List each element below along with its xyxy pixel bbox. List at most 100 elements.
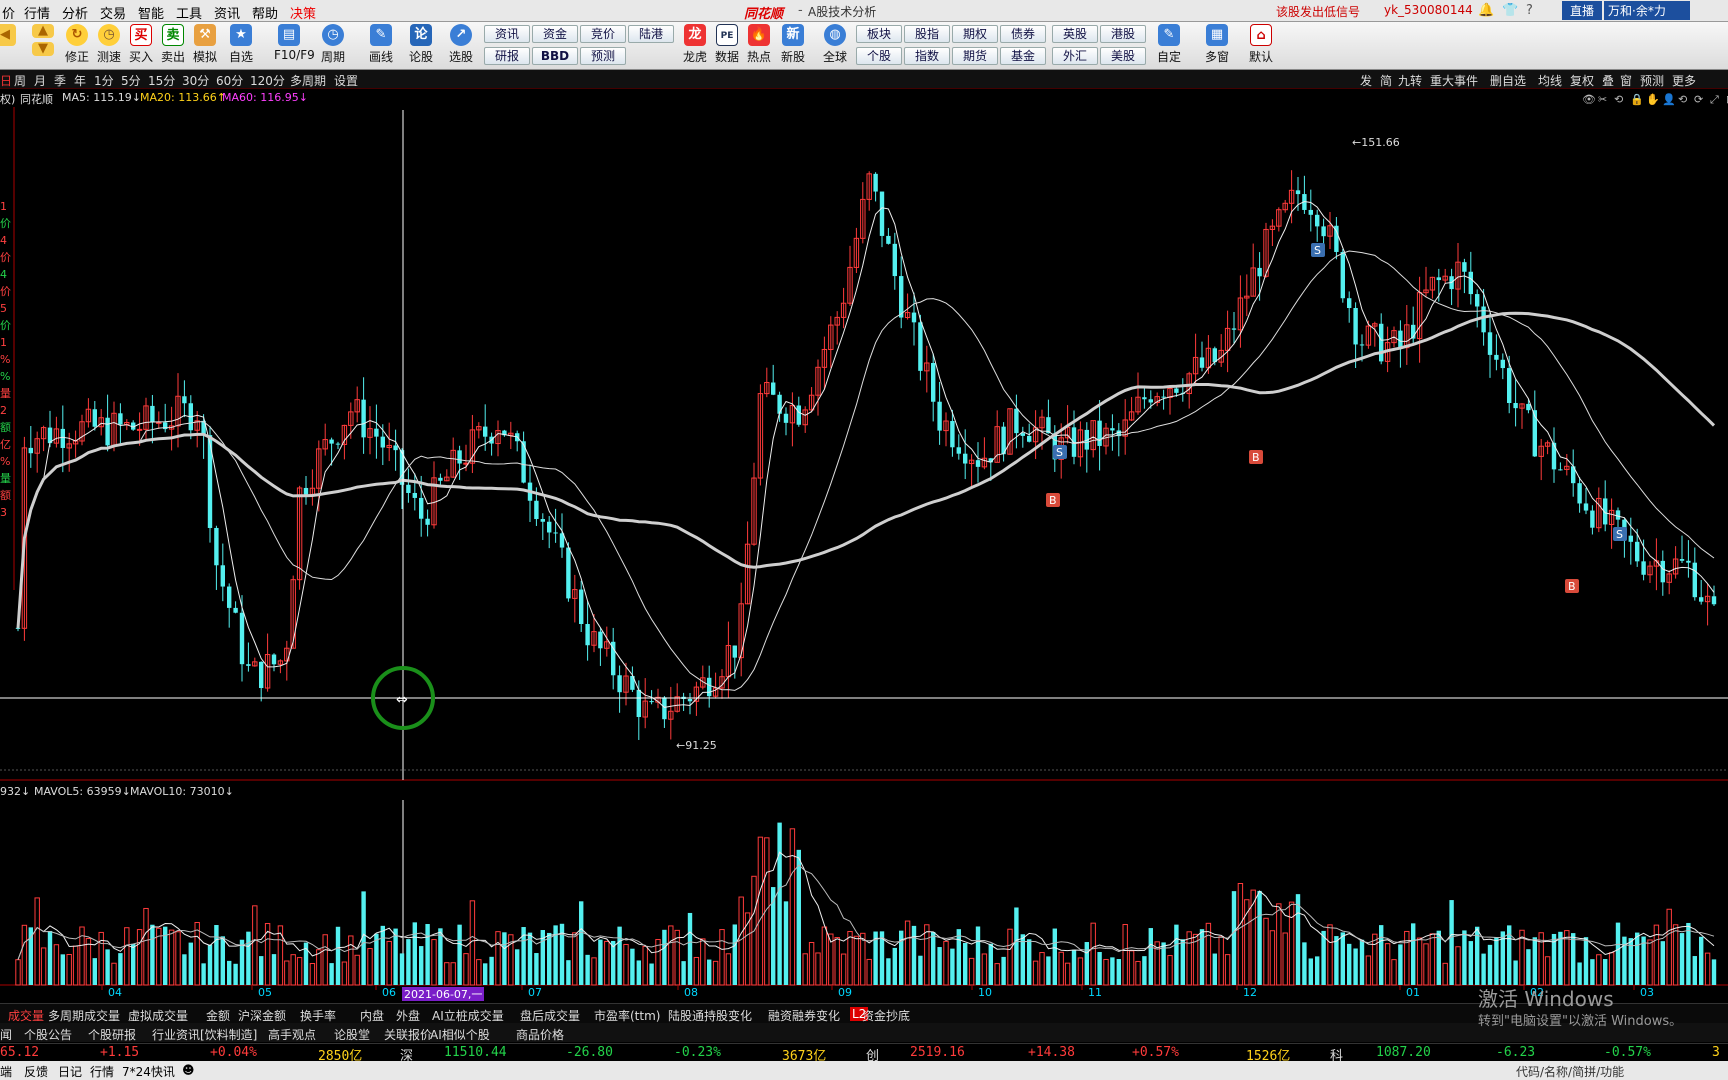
volume-bar-up — [386, 940, 392, 986]
volume-bar-down — [1231, 891, 1237, 985]
indicator-tab[interactable]: 虚拟成交量 — [128, 1007, 188, 1024]
candle-down — [1347, 298, 1352, 309]
candle-down — [259, 661, 264, 689]
volume-bar-down — [329, 963, 334, 985]
volume-bar-up — [904, 920, 911, 986]
news-tab[interactable]: 关联报价 — [384, 1026, 432, 1043]
quote-pct: +0.57% — [1132, 1045, 1179, 1060]
indicator-tab[interactable]: 市盈率(ttm) — [594, 1007, 660, 1024]
signal-label: S — [1314, 244, 1321, 257]
volume-bar-up — [866, 958, 872, 986]
news-tab[interactable]: 个股研报 — [88, 1026, 136, 1043]
resize-cursor-icon: ⇔ — [396, 692, 408, 708]
volume-bar-up — [802, 953, 808, 986]
news-tab[interactable]: 高手观点 — [268, 1026, 316, 1043]
news-tab[interactable]: 商品价格 — [516, 1026, 564, 1043]
left-label: 2 — [0, 404, 7, 417]
low-label: ←91.25 — [676, 739, 717, 752]
bottom-btn[interactable]: 行情 — [90, 1063, 114, 1080]
chart-tool-icon: ⟲ — [1678, 93, 1687, 106]
left-label: 额 — [0, 489, 11, 502]
indicator-tab[interactable]: AI立桩成交量 — [432, 1007, 504, 1024]
volume-bar-up — [1058, 951, 1064, 986]
mavol5-line — [17, 851, 1715, 960]
indicator-tab[interactable]: 换手率 — [300, 1007, 336, 1024]
robot-icon[interactable]: ☻ — [182, 1063, 195, 1077]
volume-bar-up — [1416, 937, 1423, 986]
volume-bar-down — [956, 929, 961, 985]
volume-bar-up — [738, 896, 744, 986]
volume-bar-up — [1404, 930, 1410, 986]
volume-bar-up — [21, 924, 28, 986]
indicator-tab[interactable]: 多周期成交量 — [48, 1007, 120, 1024]
candle-down — [1199, 357, 1205, 368]
indicator-tab[interactable]: 外盘 — [396, 1007, 420, 1024]
volume-bar-down — [1084, 942, 1089, 985]
bottom-btn[interactable]: 反馈 — [24, 1063, 48, 1080]
candle-down — [214, 527, 219, 566]
candle-down — [419, 497, 424, 519]
indicator-tab[interactable]: 盘后成交量 — [520, 1007, 580, 1024]
news-tab[interactable]: 个股公告 — [24, 1026, 72, 1043]
volume-bar-up — [34, 897, 40, 986]
candle-down — [553, 532, 558, 534]
volume-bar-up — [53, 944, 60, 986]
indicator-tab[interactable]: 沪深金额 — [238, 1007, 286, 1024]
volume-bar-up — [1167, 955, 1173, 986]
bottom-btn[interactable]: 端 — [0, 1063, 12, 1080]
news-tab[interactable]: 闻 — [0, 1026, 12, 1043]
month-label: 06 — [382, 986, 396, 999]
indicator-tab[interactable]: 资金抄底 — [862, 1007, 910, 1024]
candle-down — [105, 417, 110, 446]
candle-down — [879, 191, 885, 236]
volume-bar-up — [1666, 908, 1672, 986]
indicator-tab[interactable]: 金额 — [206, 1007, 230, 1024]
volume-bar-down — [950, 948, 955, 985]
volume-bar-down — [1071, 949, 1077, 985]
volume-bar-up — [1647, 939, 1653, 986]
volume-bar-down — [1174, 924, 1179, 985]
news-tab[interactable]: 行业资讯[饮料制造] — [152, 1026, 257, 1043]
candle-down — [1660, 560, 1665, 583]
high-label: ←151.66 — [1352, 136, 1400, 149]
volume-bar-down — [1411, 923, 1416, 985]
ma60-line — [16, 311, 1716, 629]
left-label: 3 — [0, 506, 7, 519]
indicator-tab[interactable]: 融资融券变化 — [768, 1007, 840, 1024]
volume-bar-down — [1315, 956, 1320, 985]
candle-down — [617, 675, 622, 693]
volume-bar-down — [1212, 953, 1217, 985]
volume-bar-up — [348, 935, 354, 986]
volume-bar-up — [252, 905, 258, 986]
volume-bar-down — [412, 922, 417, 985]
search-input[interactable]: 代码/名称/简拼/功能 — [1516, 1063, 1624, 1080]
candle-down — [547, 521, 552, 533]
candle-down — [412, 492, 417, 498]
volume-bar-down — [1590, 959, 1595, 985]
indicator-tab[interactable]: 成交量 — [8, 1007, 44, 1024]
news-tab[interactable]: 论股堂 — [334, 1026, 370, 1043]
volume-bar-up — [943, 940, 949, 986]
volume-bar-up — [789, 828, 796, 986]
candle-down — [438, 477, 443, 481]
bottom-btn[interactable]: 日记 — [58, 1063, 82, 1080]
crosshair-date: 2021-06-07,一 — [404, 988, 482, 1001]
news-tab[interactable]: AI相似个股 — [430, 1026, 490, 1043]
candle-down — [1635, 541, 1640, 562]
volume-bar-up — [175, 931, 181, 986]
kline-chart[interactable]: 1价4价4价5价1%%量2额亿%量额3←151.66←91.25SSSBBB⇔9… — [0, 0, 1728, 1003]
volume-bar-up — [1429, 933, 1436, 986]
candle-down — [303, 487, 309, 495]
volume-bar-down — [47, 930, 53, 985]
bottom-btn[interactable]: 7*24快讯 — [122, 1063, 175, 1080]
volume-bar-down — [1046, 956, 1051, 985]
volume-bar-down — [1571, 933, 1576, 985]
signal-label: S — [1616, 528, 1623, 541]
indicator-tab[interactable]: 内盘 — [360, 1007, 384, 1024]
candle-down — [918, 322, 923, 371]
candle-down — [636, 689, 641, 718]
indicator-tab[interactable]: 陆股通持股变化 — [668, 1007, 752, 1024]
left-label: 5 — [0, 302, 7, 315]
volume-bar-up — [1007, 928, 1013, 986]
mavol10-value: MAVOL10: 73010↓ — [130, 785, 234, 798]
